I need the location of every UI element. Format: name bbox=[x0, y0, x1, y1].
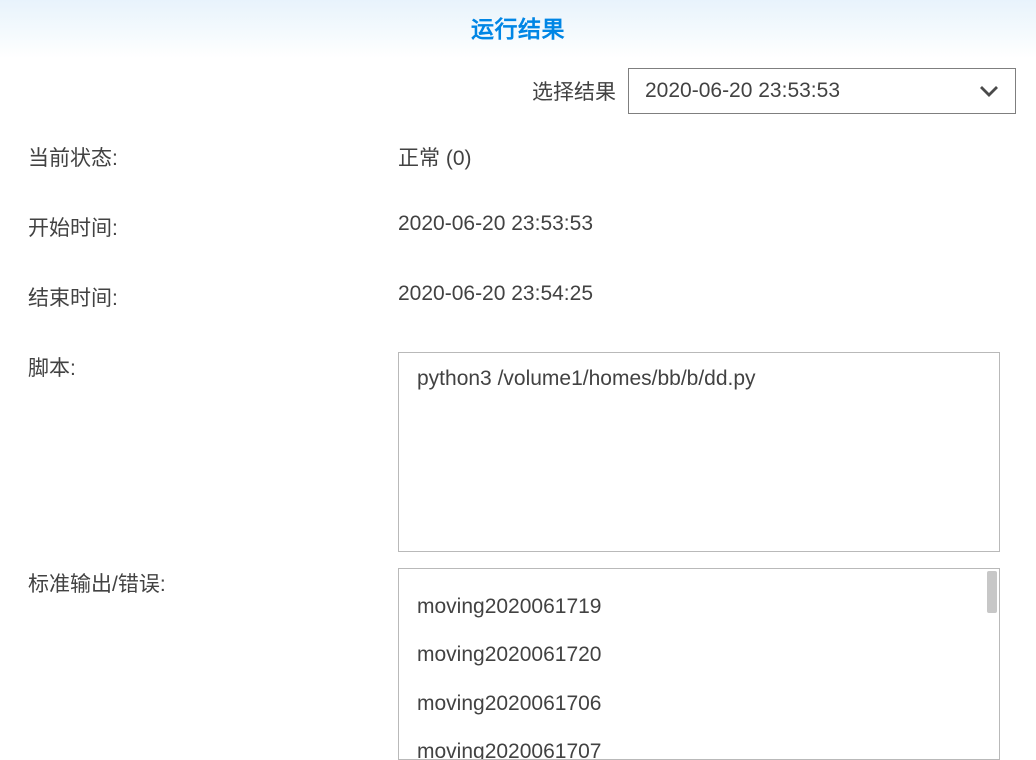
script-row: 脚本: python3 /volume1/homes/bb/b/dd.py bbox=[0, 352, 1036, 552]
scrollbar-thumb[interactable] bbox=[987, 571, 997, 613]
status-value: 正常 (0) bbox=[398, 142, 472, 172]
start-time-row: 开始时间: 2020-06-20 23:53:53 bbox=[0, 212, 1036, 242]
result-selector-row: 选择结果 2020-06-20 23:53:53 bbox=[0, 58, 1036, 142]
chevron-down-icon bbox=[979, 85, 999, 97]
end-time-value: 2020-06-20 23:54:25 bbox=[398, 282, 593, 306]
status-label: 当前状态: bbox=[28, 142, 398, 172]
script-label: 脚本: bbox=[28, 352, 398, 382]
output-line: moving2020061706 bbox=[417, 680, 967, 728]
dialog-header: 运行结果 bbox=[0, 0, 1036, 58]
script-content[interactable]: python3 /volume1/homes/bb/b/dd.py bbox=[398, 352, 1000, 552]
status-row: 当前状态: 正常 (0) bbox=[0, 142, 1036, 172]
scrollbar[interactable] bbox=[985, 569, 999, 759]
end-time-label: 结束时间: bbox=[28, 282, 398, 312]
select-result-label: 选择结果 bbox=[532, 76, 616, 106]
dialog-title: 运行结果 bbox=[471, 16, 565, 42]
end-time-row: 结束时间: 2020-06-20 23:54:25 bbox=[0, 282, 1036, 312]
start-time-label: 开始时间: bbox=[28, 212, 398, 242]
output-line: moving2020061720 bbox=[417, 631, 967, 679]
output-box: moving2020061719moving2020061720moving20… bbox=[398, 568, 1000, 760]
result-dropdown[interactable]: 2020-06-20 23:53:53 bbox=[628, 68, 1016, 114]
output-line: moving2020061719 bbox=[417, 583, 967, 631]
output-label: 标准输出/错误: bbox=[28, 568, 398, 598]
result-dropdown-value: 2020-06-20 23:53:53 bbox=[645, 79, 840, 103]
start-time-value: 2020-06-20 23:53:53 bbox=[398, 212, 593, 236]
output-content[interactable]: moving2020061719moving2020061720moving20… bbox=[399, 569, 985, 759]
output-line: moving2020061707 bbox=[417, 728, 967, 759]
output-row: 标准输出/错误: moving2020061719moving202006172… bbox=[0, 568, 1036, 760]
